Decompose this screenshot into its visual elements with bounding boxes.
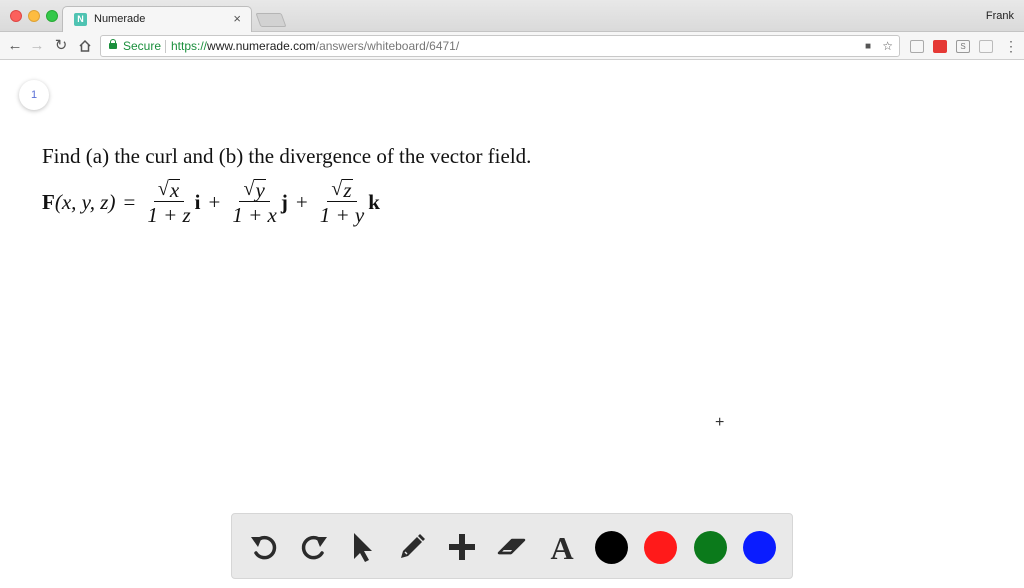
url-text[interactable]: https://www.numerade.com/answers/whitebo… <box>171 39 459 53</box>
bookmark-star-icon[interactable]: ☆ <box>882 39 893 53</box>
omnibox-divider <box>165 40 166 53</box>
new-tab-button[interactable] <box>255 13 287 27</box>
page-number-badge[interactable]: 1 <box>19 80 49 110</box>
color-swatch-blue[interactable] <box>743 531 776 564</box>
pointer-icon[interactable] <box>346 531 378 563</box>
camera-icon[interactable]: ■ <box>865 40 871 54</box>
window-maximize-button[interactable] <box>46 10 58 22</box>
secure-label: Secure <box>123 39 162 53</box>
youtube-extension-icon[interactable] <box>933 40 947 53</box>
profile-name[interactable]: Frank <box>986 10 1014 22</box>
eraser-icon[interactable] <box>496 531 528 563</box>
sqrt-symbol: √ <box>157 177 169 200</box>
tab-title: Numerade <box>94 13 146 25</box>
url-path: /answers/whiteboard/6471/ <box>315 39 460 53</box>
lock-icon <box>109 39 117 50</box>
browser-titlebar: N Numerade × Frank <box>0 0 1024 33</box>
vector-F: F <box>42 189 55 214</box>
numerade-favicon-icon: N <box>74 13 87 26</box>
vector-args: (x, y, z) <box>54 189 116 214</box>
unit-vector-3: k <box>368 189 380 214</box>
forward-arrow-icon[interactable]: → <box>28 37 46 55</box>
back-arrow-icon[interactable]: ← <box>6 37 24 55</box>
address-bar[interactable]: Secure https://www.numerade.com/answers/… <box>100 35 900 57</box>
redo-icon[interactable] <box>298 531 330 563</box>
tab-close-icon[interactable]: × <box>233 12 241 26</box>
radicand-1: x <box>168 177 181 202</box>
radicand-2: y <box>254 177 266 202</box>
unit-vector-2: j <box>280 189 288 214</box>
term-fraction-1: √ x 1 + z <box>147 178 190 227</box>
reload-icon[interactable]: ↻ <box>52 37 70 55</box>
browser-menu-icon[interactable]: ⋮ <box>1004 38 1018 54</box>
window-close-button[interactable] <box>10 10 22 22</box>
browser-tab[interactable]: N Numerade × <box>62 6 252 33</box>
unit-vector-1: i <box>194 189 201 214</box>
pencil-icon[interactable] <box>396 531 428 563</box>
question-text: Find (a) the curl and (b) the divergence… <box>42 144 532 168</box>
color-swatch-black[interactable] <box>595 531 628 564</box>
url-host: www.numerade.com <box>207 39 316 53</box>
radicand-3: z <box>342 177 353 202</box>
color-swatch-red[interactable] <box>644 531 677 564</box>
vector-field-equation: F (x, y, z) = √ x 1 + z i + √ y 1 + x j + … <box>42 172 380 232</box>
term-fraction-2: √ y 1 + x <box>232 178 277 227</box>
plus-sign-1: + <box>208 189 221 214</box>
plus-sign-2: + <box>295 189 308 214</box>
browser-toolbar: ← → ↻ Secure https://www.numerade.com/an… <box>0 32 1024 60</box>
denominator-3: 1 + y <box>319 202 365 227</box>
denominator-1: 1 + z <box>147 202 191 227</box>
url-scheme: https:// <box>171 39 208 53</box>
term-fraction-3: √ z 1 + y <box>320 178 365 227</box>
equals-sign: = <box>123 189 136 214</box>
denominator-2: 1 + x <box>232 202 277 227</box>
home-icon[interactable] <box>76 37 94 55</box>
crosshair-cursor-icon: + <box>715 414 725 431</box>
color-swatch-green[interactable] <box>694 531 727 564</box>
plus-icon[interactable] <box>446 531 478 563</box>
window-minimize-button[interactable] <box>28 10 40 22</box>
extension-icon[interactable] <box>910 40 924 53</box>
sqrt-symbol: √ <box>243 177 255 200</box>
undo-icon[interactable] <box>248 531 280 563</box>
sqrt-symbol: √ <box>331 177 343 200</box>
s-extension-icon[interactable]: S <box>956 40 970 53</box>
drawing-toolbar: A <box>231 513 793 579</box>
cast-extension-icon[interactable] <box>979 40 993 53</box>
text-tool-glyph: A <box>550 531 573 563</box>
text-icon[interactable]: A <box>546 531 578 563</box>
